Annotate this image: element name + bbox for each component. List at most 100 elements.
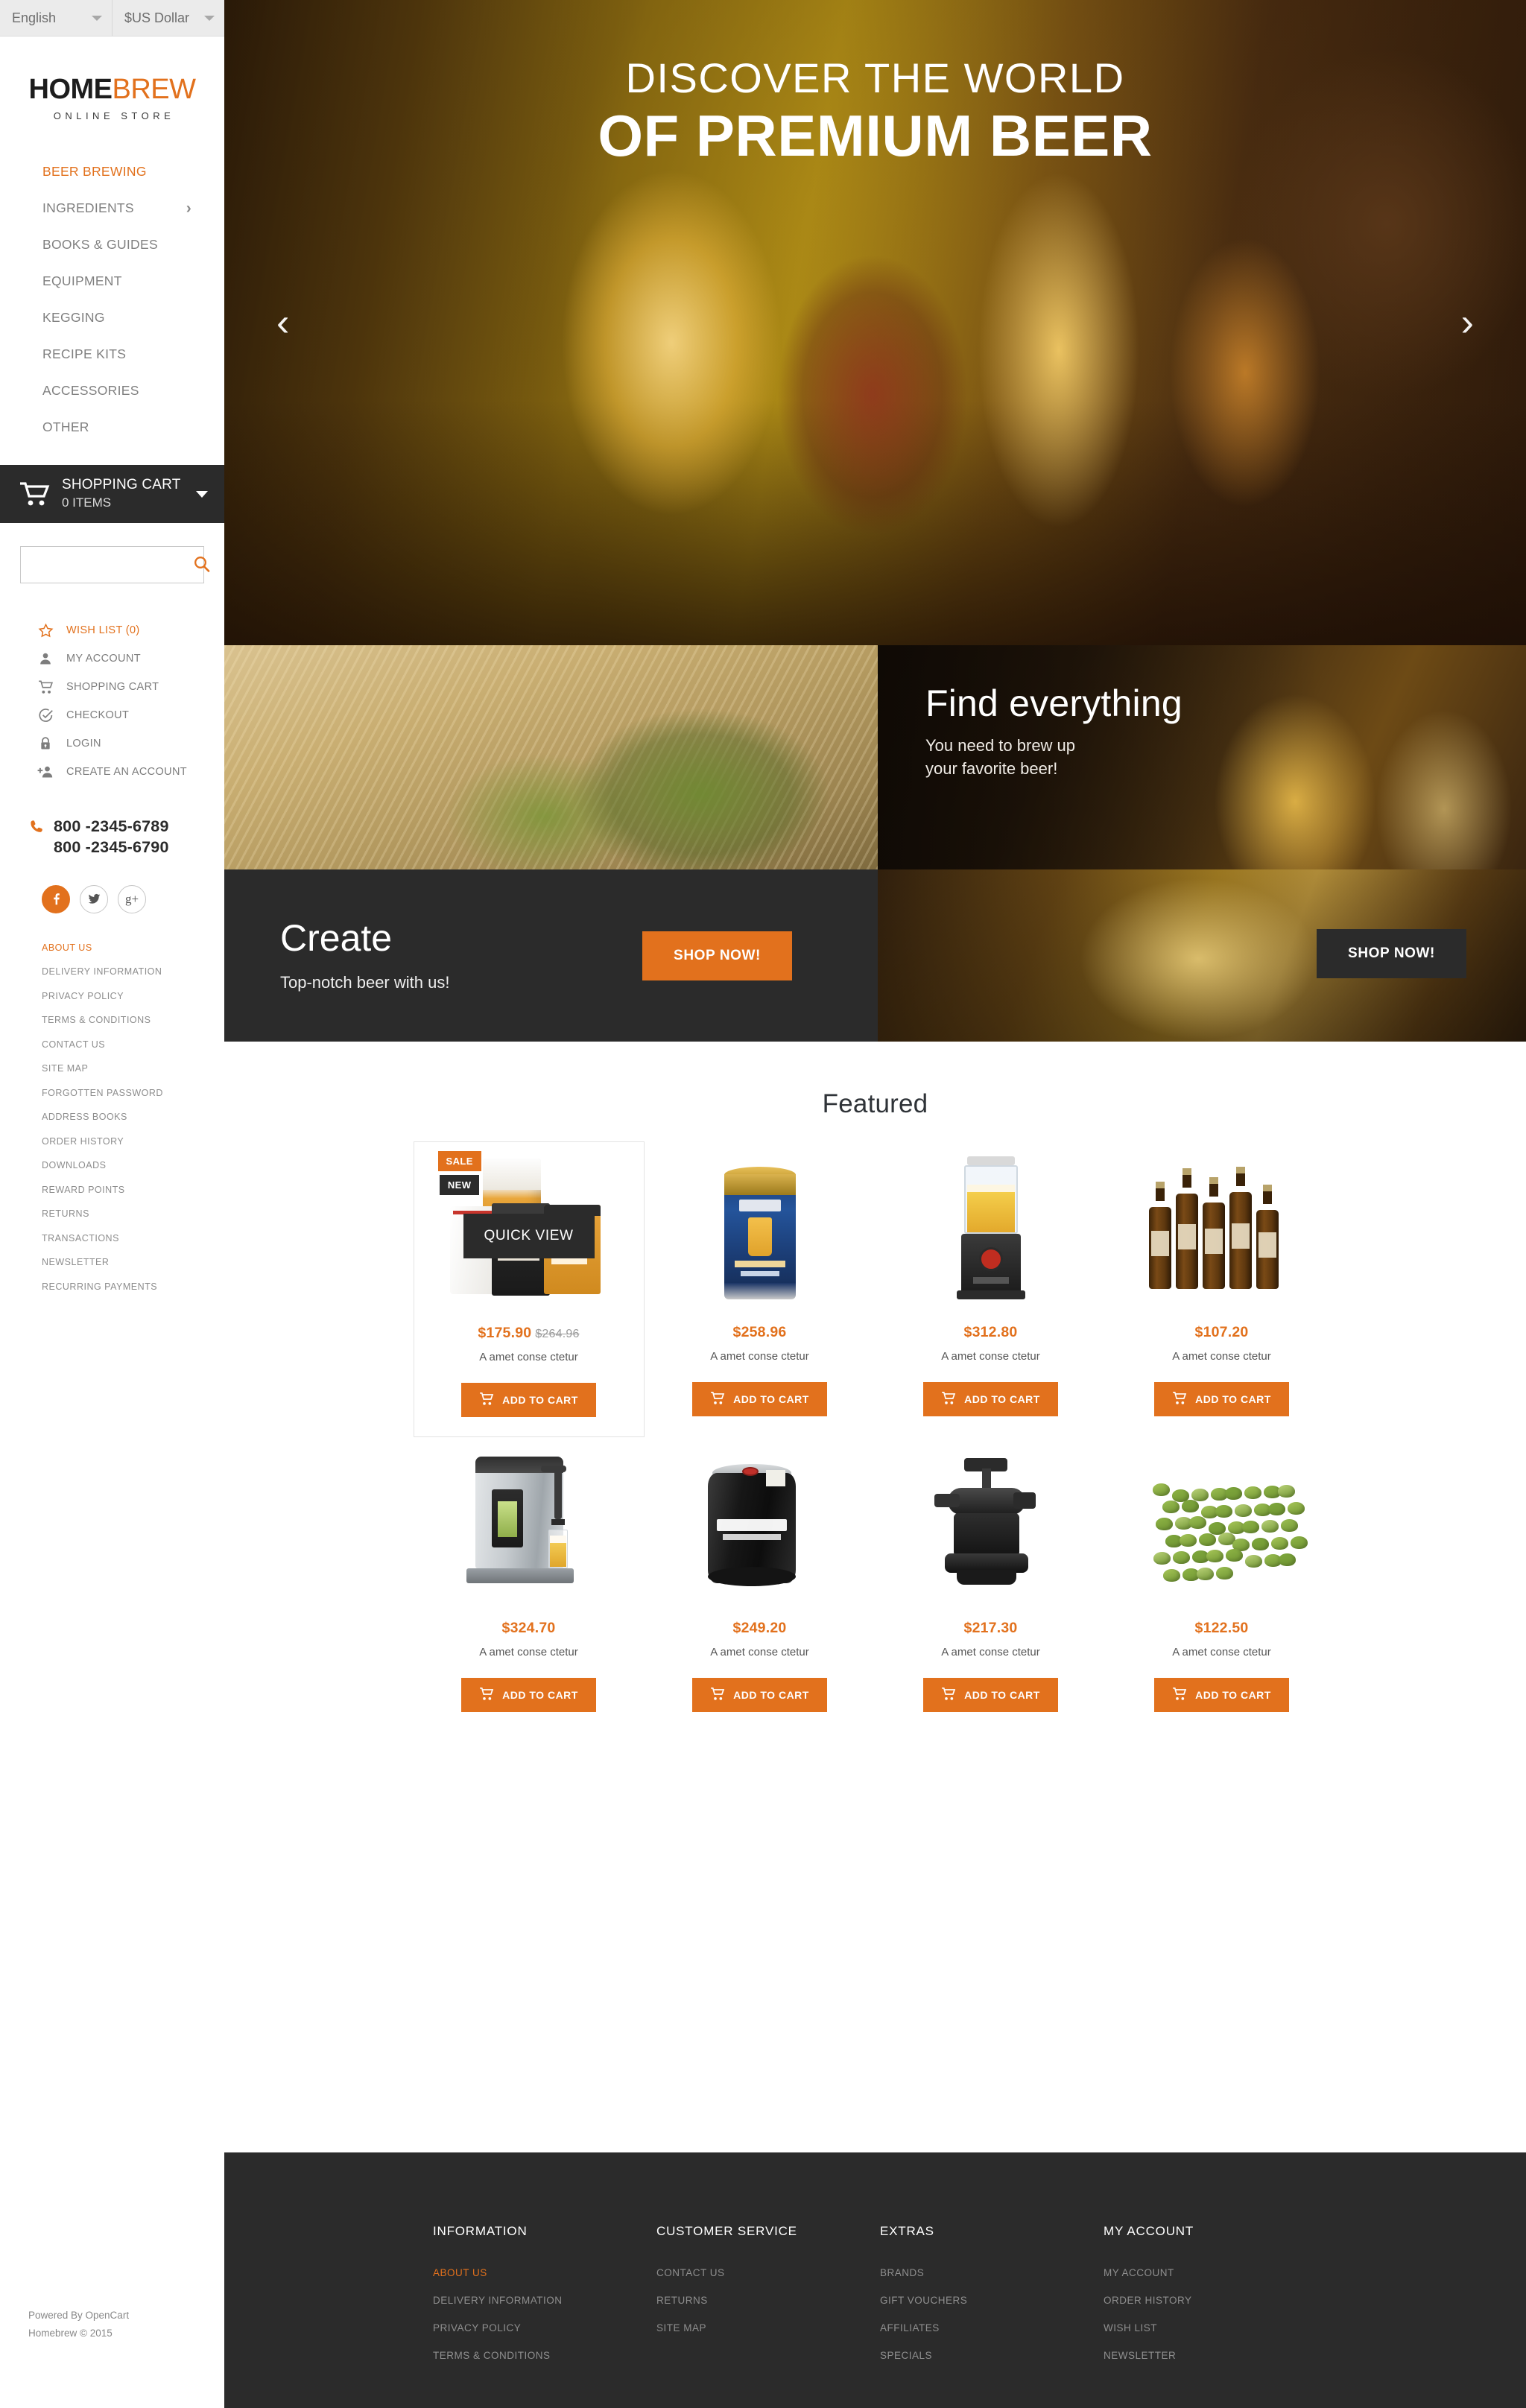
sidebar-footer-link-recurring-payments[interactable]: RECURRING PAYMENTS — [42, 1282, 224, 1292]
currency-selector[interactable]: $US Dollar — [113, 0, 224, 36]
add-to-cart-button[interactable]: ADD TO CART — [461, 1678, 596, 1712]
sidebar-footer-link-reward-points[interactable]: REWARD POINTS — [42, 1185, 224, 1195]
sidebar-footer-link-downloads[interactable]: DOWNLOADS — [42, 1161, 224, 1170]
nav-item-accessories[interactable]: ACCESSORIES — [0, 373, 224, 409]
product-card[interactable]: $312.80 A amet conse ctetur ADD TO CART — [876, 1141, 1106, 1437]
product-price-row: $122.50 — [1114, 1620, 1330, 1637]
footer-link-affiliates[interactable]: AFFILIATES — [880, 2322, 1104, 2333]
footer-link-newsletter[interactable]: NEWSLETTER — [1104, 2350, 1327, 2361]
add-to-cart-label: ADD TO CART — [733, 1689, 809, 1701]
add-to-cart-button[interactable]: ADD TO CART — [923, 1382, 1058, 1416]
add-to-cart-button[interactable]: ADD TO CART — [923, 1678, 1058, 1712]
promo-banner-find-everything[interactable]: Find everything You need to brew up your… — [878, 645, 1526, 869]
footer-link-gift-vouchers[interactable]: GIFT VOUCHERS — [880, 2295, 1104, 2306]
add-to-cart-button[interactable]: ADD TO CART — [1154, 1382, 1289, 1416]
quick-view-button[interactable]: QUICK VIEW — [463, 1213, 595, 1258]
sidebar-footer-link-address-books[interactable]: ADDRESS BOOKS — [42, 1112, 224, 1122]
sidebar-footer-link-delivery-information[interactable]: DELIVERY INFORMATION — [42, 967, 224, 977]
sidebar-footer-link-order-history[interactable]: ORDER HISTORY — [42, 1137, 224, 1147]
nav-item-equipment[interactable]: EQUIPMENT — [0, 263, 224, 300]
promo-right-heading: Find everything — [925, 682, 1183, 724]
chevron-right-icon: › — [186, 200, 191, 217]
sidebar-footer-link-terms-conditions[interactable]: TERMS & CONDITIONS — [42, 1016, 224, 1025]
sidebar-footer-link-transactions[interactable]: TRANSACTIONS — [42, 1234, 224, 1243]
product-card[interactable]: SALE NEW QUICK VIEW $175.90 $264.96 A amet co… — [413, 1141, 645, 1437]
account-link-wish-list-0[interactable]: WISH LIST (0) — [0, 616, 224, 644]
footer-link-wish-list[interactable]: WISH LIST — [1104, 2322, 1327, 2333]
product-price: $107.20 — [1194, 1324, 1249, 1340]
language-selector[interactable]: English — [0, 0, 113, 36]
facebook-icon[interactable] — [42, 884, 70, 913]
product-image[interactable]: SALE NEW QUICK VIEW — [437, 1151, 618, 1313]
twitter-icon[interactable] — [80, 884, 108, 913]
product-price: $217.30 — [963, 1620, 1018, 1636]
nav-item-label: RECIPE KITS — [42, 346, 127, 361]
account-link-login[interactable]: LOGIN — [0, 729, 224, 758]
footer-link-returns[interactable]: RETURNS — [656, 2295, 880, 2306]
sidebar-footer-link-contact-us[interactable]: CONTACT US — [42, 1040, 224, 1050]
footer-link-brands[interactable]: BRANDS — [880, 2267, 1104, 2278]
footer-link-my-account[interactable]: MY ACCOUNT — [1104, 2267, 1327, 2278]
product-image[interactable] — [1133, 1448, 1311, 1608]
shop-now-button-find[interactable]: SHOP NOW! — [1317, 929, 1466, 978]
account-link-my-account[interactable]: MY ACCOUNT — [0, 644, 224, 673]
footer-link-delivery-information[interactable]: DELIVERY INFORMATION — [433, 2295, 656, 2306]
nav-item-books-guides[interactable]: BOOKS & GUIDES — [0, 226, 224, 263]
cart-summary-button[interactable]: SHOPPING CART 0 ITEMS — [0, 465, 224, 523]
promo-banner-hops[interactable] — [224, 645, 878, 869]
footer-link-site-map[interactable]: SITE MAP — [656, 2322, 880, 2333]
add-to-cart-button[interactable]: ADD TO CART — [692, 1678, 827, 1712]
footer-link-specials[interactable]: SPECIALS — [880, 2350, 1104, 2361]
account-link-checkout[interactable]: CHECKOUT — [0, 701, 224, 729]
nav-item-other[interactable]: OTHER — [0, 409, 224, 446]
add-to-cart-button[interactable]: ADD TO CART — [1154, 1678, 1289, 1712]
nav-item-ingredients[interactable]: INGREDIENTS › — [0, 190, 224, 226]
product-card[interactable]: $107.20 A amet conse ctetur ADD TO CART — [1106, 1141, 1337, 1437]
create-subtext: Top-notch beer with us! — [280, 972, 450, 992]
account-link-shopping-cart[interactable]: SHOPPING CART — [0, 673, 224, 701]
phone-number-2: 800 -2345-6790 — [54, 838, 169, 857]
product-image[interactable] — [902, 1152, 1080, 1312]
product-card[interactable]: $217.30 A amet conse ctetur ADD TO CART — [876, 1437, 1106, 1731]
nav-item-recipe-kits[interactable]: RECIPE KITS — [0, 336, 224, 373]
google-plus-icon[interactable]: g+ — [118, 884, 146, 913]
sidebar-footer-link-newsletter[interactable]: NEWSLETTER — [42, 1258, 224, 1267]
create-promo-row: Create Top-notch beer with us! SHOP NOW!… — [224, 869, 1526, 1042]
sidebar-footer-link-returns[interactable]: RETURNS — [42, 1209, 224, 1219]
carousel-next-button[interactable]: › — [1461, 303, 1474, 342]
account-link-create-an-account[interactable]: CREATE AN ACCOUNT — [0, 758, 224, 786]
search-input[interactable] — [21, 547, 193, 583]
product-image[interactable] — [902, 1448, 1080, 1608]
product-image[interactable] — [1133, 1152, 1311, 1312]
product-card[interactable]: $122.50 A amet conse ctetur ADD TO CART — [1106, 1437, 1337, 1731]
footer-link-privacy-policy[interactable]: PRIVACY POLICY — [433, 2322, 656, 2333]
carousel-prev-button[interactable]: ‹ — [276, 303, 289, 342]
add-to-cart-button[interactable]: ADD TO CART — [692, 1382, 827, 1416]
sidebar-footer-link-privacy-policy[interactable]: PRIVACY POLICY — [42, 992, 224, 1001]
product-card[interactable]: $258.96 A amet conse ctetur ADD TO CART — [645, 1141, 876, 1437]
footer-link-contact-us[interactable]: CONTACT US — [656, 2267, 880, 2278]
add-to-cart-button[interactable]: ADD TO CART — [461, 1383, 596, 1417]
product-card[interactable]: $324.70 A amet conse ctetur ADD TO CART — [414, 1437, 645, 1731]
site-logo[interactable]: HOMEBREW ONLINE STORE — [0, 37, 224, 121]
sidebar-footer-link-forgotten-password[interactable]: FORGOTTEN PASSWORD — [42, 1089, 224, 1098]
lock-icon — [34, 735, 57, 752]
cart-title: SHOPPING CART — [62, 477, 181, 493]
sidebar-footer-link-about-us[interactable]: ABOUT US — [42, 943, 224, 953]
shop-now-button-create[interactable]: SHOP NOW! — [642, 931, 792, 980]
add-to-cart-label: ADD TO CART — [502, 1689, 578, 1701]
nav-item-beer-brewing[interactable]: BEER BREWING — [0, 153, 224, 190]
nav-item-kegging[interactable]: KEGGING — [0, 300, 224, 336]
footer-link-order-history[interactable]: ORDER HISTORY — [1104, 2295, 1327, 2306]
account-link-label: LOGIN — [66, 738, 101, 750]
badge-sale: SALE — [437, 1151, 481, 1171]
footer-link-about-us[interactable]: ABOUT US — [433, 2267, 656, 2278]
product-image[interactable] — [671, 1152, 849, 1312]
product-image[interactable] — [440, 1448, 618, 1608]
product-card[interactable]: $249.20 A amet conse ctetur ADD TO CART — [645, 1437, 876, 1731]
product-image[interactable] — [671, 1448, 849, 1608]
search-button[interactable] — [193, 547, 211, 583]
footer-link-terms-conditions[interactable]: TERMS & CONDITIONS — [433, 2350, 656, 2361]
footer-column-heading: EXTRAS — [880, 2224, 934, 2238]
sidebar-footer-link-site-map[interactable]: SITE MAP — [42, 1064, 224, 1074]
